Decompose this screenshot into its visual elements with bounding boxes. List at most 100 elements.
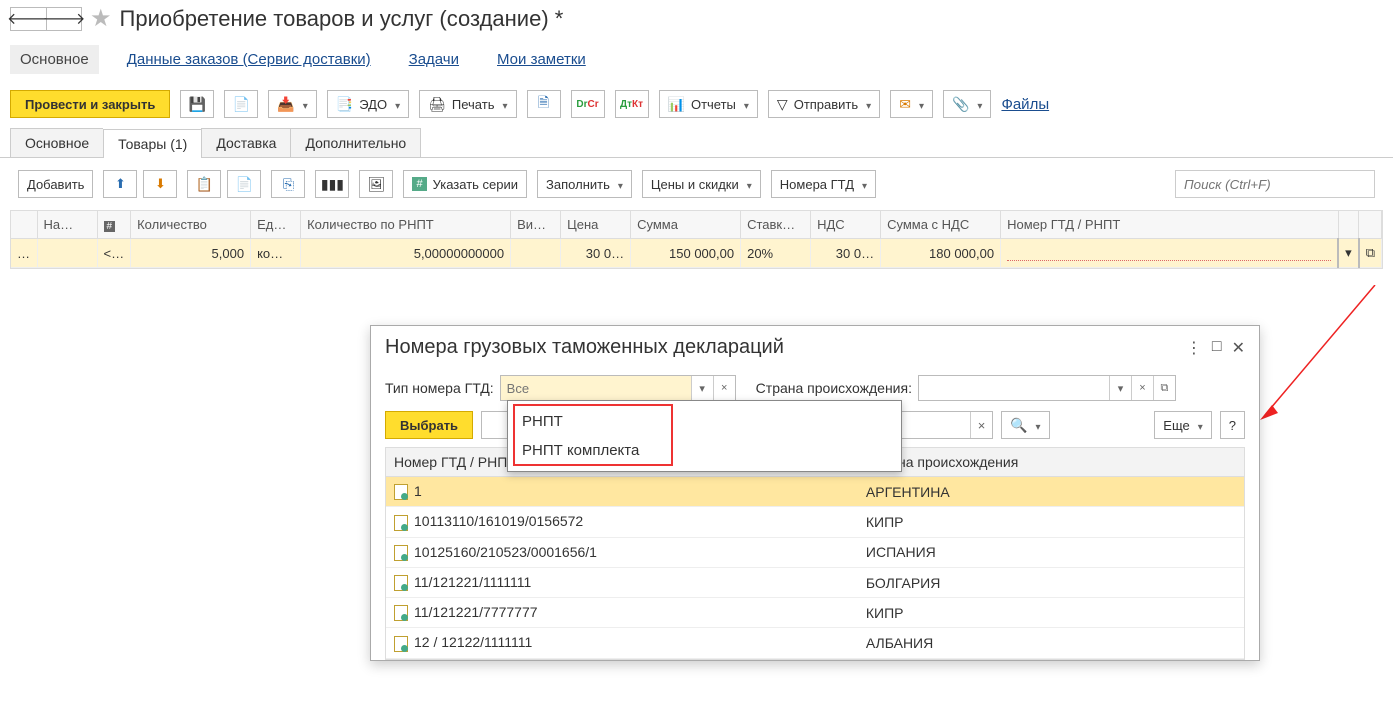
- arrow-down-icon: ⬇: [155, 176, 166, 192]
- attach-button[interactable]: 📎: [943, 90, 991, 118]
- col-unit[interactable]: Ед…: [251, 211, 301, 239]
- country-open-icon[interactable]: ⧉: [1153, 376, 1175, 400]
- move-down-button[interactable]: ⬇: [143, 170, 177, 198]
- gtd-list: Номер ГТД / РНПТ Страна происхождения 1 …: [385, 447, 1245, 660]
- gtd-row[interactable]: 11/121221/7777777 КИПР: [386, 598, 1244, 628]
- tab-notes-link[interactable]: Мои заметки: [487, 45, 596, 74]
- favorite-star-icon[interactable]: ★: [90, 4, 112, 33]
- more-button[interactable]: Еще: [1154, 411, 1211, 439]
- mail-button[interactable]: ✉: [890, 90, 933, 118]
- subtab-delivery[interactable]: Доставка: [201, 128, 290, 157]
- send-icon: ▽: [777, 96, 788, 113]
- share-button[interactable]: ⎘: [271, 170, 305, 198]
- col-price[interactable]: Цена: [561, 211, 631, 239]
- barcode-button[interactable]: ▮▮▮: [315, 170, 349, 198]
- doc-icon: 🗎: [538, 92, 549, 116]
- print-button[interactable]: 🖨Печать: [419, 90, 516, 118]
- grid-row[interactable]: … <… 5,000 ко… 5,00000000000 30 0… 150 0…: [11, 239, 1382, 268]
- gtd-cell[interactable]: [1007, 245, 1331, 261]
- col-sumvat[interactable]: Сумма с НДС: [881, 211, 1001, 239]
- post-icon: 📄: [233, 96, 250, 113]
- chart-icon: 📊: [668, 96, 685, 113]
- col-vid[interactable]: Ви…: [511, 211, 561, 239]
- country-clear-icon[interactable]: ×: [1131, 376, 1153, 400]
- print-icon: 🖨: [428, 96, 446, 113]
- type-input[interactable]: [501, 376, 691, 400]
- back-button[interactable]: 🡐: [10, 7, 46, 31]
- popup-close-icon[interactable]: ✕: [1232, 338, 1245, 358]
- gtd-col-country[interactable]: Страна происхождения: [858, 448, 1244, 477]
- popup-menu-icon[interactable]: ⋮: [1186, 338, 1202, 358]
- prices-discounts-button[interactable]: Цены и скидки: [642, 170, 761, 198]
- copy-button[interactable]: 📋: [187, 170, 221, 198]
- image-icon: 🖼: [368, 176, 386, 193]
- country-dropdown-icon[interactable]: ▾: [1109, 376, 1131, 400]
- col-blank: [11, 211, 37, 239]
- type-dropdown-icon[interactable]: ▾: [691, 376, 713, 400]
- dropdown-option-rnpt-kit[interactable]: РНПТ комплекта: [508, 436, 901, 465]
- basis-button[interactable]: 📥: [268, 90, 316, 118]
- row-expand-arrow[interactable]: ▾: [1338, 239, 1359, 268]
- send-button[interactable]: ▽Отправить: [768, 90, 880, 118]
- gtd-row[interactable]: 12 / 12122/1111111 АЛБАНИЯ: [386, 628, 1244, 658]
- col-gtd[interactable]: Номер ГТД / РНПТ: [1001, 211, 1339, 239]
- grid-search-input[interactable]: [1175, 170, 1375, 198]
- col-sum[interactable]: Сумма: [631, 211, 741, 239]
- popup-maximize-icon[interactable]: □: [1212, 338, 1222, 358]
- reports-button[interactable]: 📊Отчеты: [659, 90, 758, 118]
- doc-icon: [394, 545, 408, 561]
- country-label: Страна происхождения:: [756, 380, 912, 396]
- col-rate[interactable]: Ставк…: [741, 211, 811, 239]
- forward-button[interactable]: 🡒: [46, 7, 82, 31]
- tab-tasks-link[interactable]: Задачи: [399, 45, 469, 74]
- gtd-row[interactable]: 11/121221/1111111 БОЛГАРИЯ: [386, 567, 1244, 597]
- col-qty[interactable]: Количество: [131, 211, 251, 239]
- arrow-up-icon: ⬆: [115, 176, 126, 192]
- save-button[interactable]: 💾: [180, 90, 214, 118]
- drcr-button[interactable]: DrCr: [571, 90, 605, 118]
- gtd-numbers-button[interactable]: Номера ГТД: [771, 170, 876, 198]
- edo-button[interactable]: 📑ЭДО: [327, 90, 409, 118]
- barcode-icon: ▮▮▮: [321, 176, 344, 193]
- post-and-close-button[interactable]: Провести и закрыть: [10, 90, 170, 118]
- doc-button-1[interactable]: 🗎: [527, 90, 561, 118]
- goods-grid: На… # Количество Ед… Количество по РНПТ …: [10, 210, 1383, 269]
- image-button[interactable]: 🖼: [359, 170, 393, 198]
- type-field[interactable]: ▾ ×: [500, 375, 736, 401]
- subtab-main[interactable]: Основное: [10, 128, 103, 157]
- paste-button[interactable]: 📄: [227, 170, 261, 198]
- post-button[interactable]: 📄: [224, 90, 258, 118]
- tab-main-link[interactable]: Основное: [10, 45, 99, 74]
- popup-search-button[interactable]: 🔍: [1001, 411, 1049, 439]
- move-up-button[interactable]: ⬆: [103, 170, 137, 198]
- type-clear-icon[interactable]: ×: [713, 376, 735, 400]
- gtd-row[interactable]: 10113110/161019/0156572 КИПР: [386, 507, 1244, 537]
- country-field[interactable]: ▾ × ⧉: [918, 375, 1176, 401]
- doc-icon: [394, 515, 408, 531]
- subtab-extra[interactable]: Дополнительно: [290, 128, 421, 157]
- col-qty-rnpt[interactable]: Количество по РНПТ: [301, 211, 511, 239]
- gtd-row[interactable]: 1 АРГЕНТИНА: [386, 477, 1244, 507]
- col-vat[interactable]: НДС: [811, 211, 881, 239]
- subtab-goods[interactable]: Товары (1): [103, 129, 201, 158]
- save-icon: 💾: [189, 96, 206, 113]
- dtkt-button[interactable]: ДтКт: [615, 90, 649, 118]
- clip-icon: 📎: [952, 96, 969, 113]
- doc-icon: [394, 605, 408, 621]
- dropdown-option-rnpt[interactable]: РНПТ: [508, 407, 901, 436]
- fill-button[interactable]: Заполнить: [537, 170, 632, 198]
- tab-orders-link[interactable]: Данные заказов (Сервис доставки): [117, 45, 381, 74]
- gtd-row[interactable]: 10125160/210523/0001656/1 ИСПАНИЯ: [386, 537, 1244, 567]
- series-button[interactable]: #Указать серии: [403, 170, 527, 198]
- files-link[interactable]: Файлы: [1001, 96, 1049, 113]
- doc-icon: [394, 636, 408, 652]
- country-input[interactable]: [919, 376, 1109, 400]
- share-icon: ⎘: [283, 176, 294, 193]
- select-button[interactable]: Выбрать: [385, 411, 473, 439]
- col-name[interactable]: На…: [37, 211, 97, 239]
- popup-search-clear-icon[interactable]: ×: [970, 412, 992, 438]
- help-button[interactable]: ?: [1220, 411, 1245, 439]
- row-popout-icon[interactable]: ⧉: [1359, 239, 1382, 268]
- add-button[interactable]: Добавить: [18, 170, 93, 198]
- col-num[interactable]: #: [97, 211, 131, 239]
